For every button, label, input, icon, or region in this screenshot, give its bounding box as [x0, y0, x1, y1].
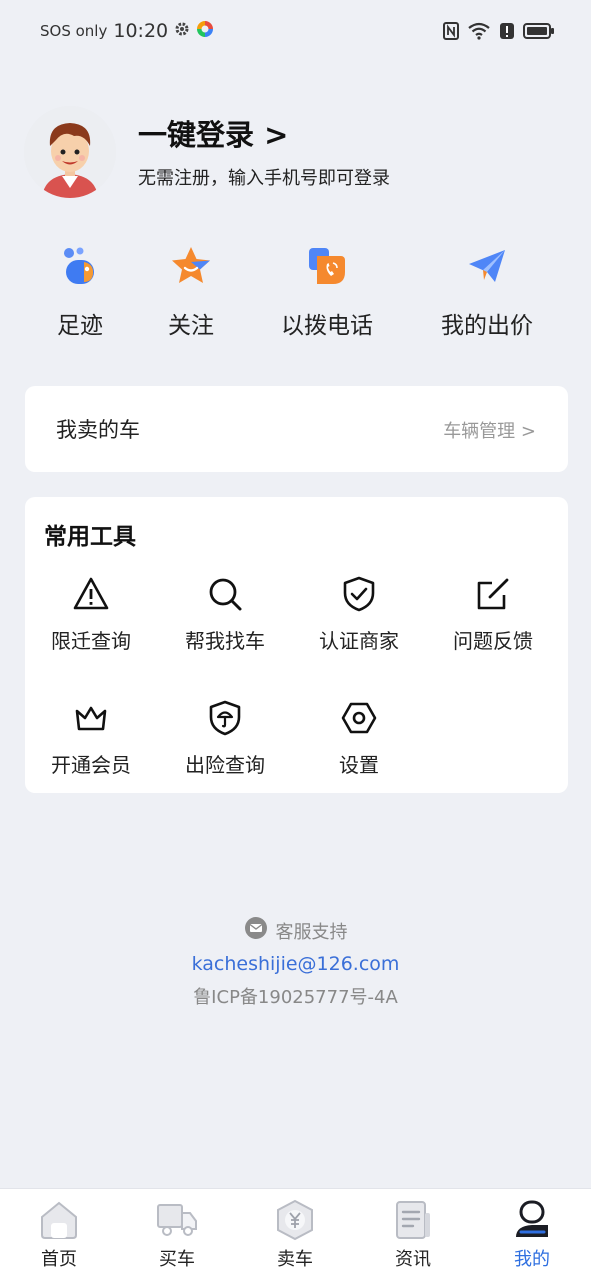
star-icon [169, 244, 213, 288]
tools-title: 常用工具 [44, 524, 136, 550]
yen-hex-icon [236, 1199, 354, 1241]
tool-membership[interactable]: 开通会员 [26, 699, 156, 778]
wifi-icon [467, 22, 491, 44]
warning-icon [26, 575, 156, 613]
tab-mine[interactable]: 我的 [473, 1199, 591, 1271]
tab-label: 卖车 [277, 1249, 313, 1270]
status-left: SOS only 10:20 [40, 20, 214, 42]
truck-icon [118, 1199, 236, 1241]
status-right [443, 22, 555, 44]
quick-action-label: 我的出价 [441, 313, 533, 339]
tool-label: 认证商家 [319, 629, 399, 653]
avatar[interactable] [24, 106, 116, 198]
tool-certified-dealer[interactable]: 认证商家 [294, 575, 424, 654]
vehicle-management-link[interactable]: 车辆管理 > [443, 417, 536, 443]
sos-text: SOS only [40, 22, 108, 40]
clock: 10:20 [113, 20, 169, 42]
mail-icon [244, 916, 268, 945]
customer-support[interactable]: 客服支持 [244, 916, 348, 945]
status-bar: SOS only 10:20 [0, 0, 591, 66]
tool-settings[interactable]: 设置 [294, 699, 424, 778]
quick-action-my-bids[interactable]: 我的出价 [417, 244, 557, 340]
tab-label: 资讯 [395, 1249, 431, 1270]
support-email-link[interactable]: kacheshijie@126.com [0, 953, 591, 975]
tool-label: 问题反馈 [453, 629, 533, 653]
tab-sell-car[interactable]: 卖车 [236, 1199, 354, 1271]
customer-support-label: 客服支持 [275, 921, 348, 943]
shield-check-icon [294, 575, 424, 613]
tab-label: 首页 [41, 1249, 77, 1270]
edit-icon [428, 575, 558, 613]
tool-label: 帮我找车 [185, 629, 265, 653]
bottom-tab-bar: 首页 买车 卖车 资讯 我的 [0, 1188, 591, 1280]
tool-label: 限迁查询 [51, 629, 131, 653]
icp-record: 鲁ICP备19025777号-4A [193, 987, 398, 1008]
tab-home[interactable]: 首页 [0, 1199, 118, 1271]
support-info: 客服支持 kacheshijie@126.com 鲁ICP备19025777号-… [0, 916, 591, 1009]
home-icon [0, 1199, 118, 1241]
shield-umbrella-icon [160, 699, 290, 737]
tool-accident-query[interactable]: 出险查询 [160, 699, 290, 778]
one-click-login-link[interactable]: 一键登录 > [138, 112, 288, 154]
tab-label: 我的 [514, 1249, 550, 1270]
quick-actions: 足迹 关注 以拨电话 我的出价 [0, 244, 591, 344]
tools-card: 常用工具 限迁查询 帮我找车 认证商家 问题反馈 开通会员 出险查询 设置 [25, 497, 568, 793]
battery-icon [523, 22, 555, 44]
nfc-icon [443, 22, 459, 44]
quick-action-label: 关注 [168, 313, 214, 339]
tab-news[interactable]: 资讯 [354, 1199, 472, 1271]
news-icon [354, 1199, 472, 1241]
settings-icon [294, 699, 424, 737]
color-logo-icon [196, 20, 214, 42]
my-cars-card[interactable]: 我卖的车 车辆管理 > [25, 386, 568, 472]
tool-label: 设置 [339, 753, 379, 777]
phone-icon [305, 244, 349, 288]
tab-buy-car[interactable]: 买车 [118, 1199, 236, 1271]
tool-restriction-query[interactable]: 限迁查询 [26, 575, 156, 654]
tool-find-car[interactable]: 帮我找车 [160, 575, 290, 654]
tool-label: 出险查询 [185, 753, 265, 777]
profile-icon [473, 1199, 591, 1241]
tool-feedback[interactable]: 问题反馈 [428, 575, 558, 654]
search-icon [160, 575, 290, 613]
paper-plane-icon [465, 244, 509, 288]
quick-action-label: 以拨电话 [281, 313, 373, 339]
tool-label: 开通会员 [51, 753, 131, 777]
crown-icon [26, 699, 156, 737]
quick-action-dialed[interactable]: 以拨电话 [257, 244, 397, 340]
login-subtitle: 无需注册，输入手机号即可登录 [138, 168, 390, 189]
footprint-icon [58, 244, 102, 288]
my-cars-title: 我卖的车 [56, 418, 140, 442]
quick-action-follow[interactable]: 关注 [121, 244, 261, 340]
alert-icon [499, 22, 515, 44]
tab-label: 买车 [159, 1249, 195, 1270]
gear-icon [174, 21, 190, 41]
